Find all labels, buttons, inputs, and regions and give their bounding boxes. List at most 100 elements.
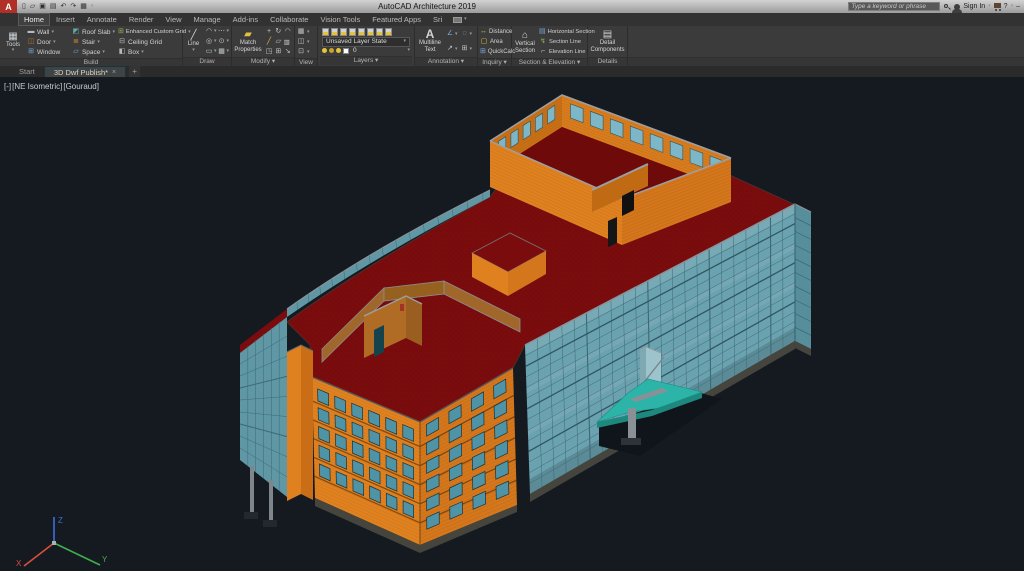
undo-icon[interactable]: ↶ <box>61 0 67 13</box>
open-file-icon[interactable]: ▱ <box>30 0 35 13</box>
view-tool-1[interactable]: ▦▾ <box>297 27 315 37</box>
close-tab-icon[interactable]: × <box>112 69 116 76</box>
stretch-tool[interactable]: ↘ <box>284 47 292 56</box>
mirror-tool[interactable]: ▥ <box>284 37 292 46</box>
help-icon[interactable]: ? <box>1004 3 1008 10</box>
quickcalc-button[interactable]: ⊞QuickCalc <box>480 47 509 57</box>
rotate-tool[interactable]: ↻ <box>274 27 282 36</box>
tab-annotate[interactable]: Annotate <box>81 13 123 26</box>
tab-3d-dwf-publish[interactable]: 3D Dwf Publish* × <box>44 66 126 77</box>
copy-tool[interactable]: ▱ <box>274 37 282 46</box>
vertical-section-button[interactable]: ⌂ Vertical Section <box>514 27 536 57</box>
detail-components-button[interactable]: ▤ Detail Components <box>590 27 625 56</box>
new-drawing-tab-button[interactable]: + <box>129 66 140 77</box>
plot-icon[interactable]: ▤ <box>50 0 57 13</box>
space-button[interactable]: ▱Space▾ <box>72 47 115 57</box>
area-button[interactable]: ▢Area <box>480 37 509 47</box>
multiline-text-button[interactable]: A Multiline Text <box>417 27 443 56</box>
rectangle-tool[interactable]: ▭▾ <box>205 47 217 56</box>
layer-color-swatch[interactable] <box>343 48 349 54</box>
search-icon[interactable] <box>943 3 951 11</box>
tools-button[interactable]: ▦ Tools ▾ <box>2 27 24 57</box>
qat-dropdown-icon[interactable]: ▾ <box>91 4 94 9</box>
enhanced-custom-grid-button[interactable]: ⊞Enhanced Custom Grid▾ <box>118 27 180 37</box>
view-tool-2[interactable]: ◫▾ <box>297 37 315 47</box>
sign-in-button[interactable]: Sign In <box>963 3 985 10</box>
panel-label-modify[interactable]: Modify ▾ <box>232 57 294 66</box>
panel-label-inquiry[interactable]: Inquiry ▾ <box>478 58 511 66</box>
tab-start[interactable]: Start <box>10 66 44 77</box>
tab-manage[interactable]: Manage <box>188 13 227 26</box>
tab-add-ins[interactable]: Add-ins <box>227 13 264 26</box>
stair-button[interactable]: ≣Stair▾ <box>72 37 115 47</box>
circle-tool[interactable]: ◎▾ <box>205 37 217 46</box>
layer-lock-icon[interactable] <box>336 48 341 53</box>
layer-tool-icon[interactable] <box>331 28 338 36</box>
match-properties-button[interactable]: ▰ Match Properties <box>234 27 262 56</box>
arc-tool[interactable]: ◠▾ <box>205 27 217 36</box>
viewport-style-menu[interactable]: [Gouraud] <box>63 82 99 91</box>
ellipse-tool[interactable]: ⊙▾ <box>218 37 230 46</box>
box-button[interactable]: ◧Box▾ <box>118 47 180 57</box>
trim-tool[interactable]: ◠ <box>284 27 292 36</box>
revision-cloud-tool[interactable]: ◌▾ <box>461 30 475 39</box>
array-tool[interactable]: ⊞ <box>274 47 282 56</box>
table-tool[interactable]: ⊞▾ <box>461 45 475 54</box>
viewport-controls-menu[interactable]: [-] <box>4 82 11 91</box>
tab-view[interactable]: View <box>159 13 187 26</box>
panel-label-details[interactable]: Details <box>588 57 627 66</box>
redo-icon[interactable]: ↷ <box>70 0 76 13</box>
viewport-canvas[interactable]: [-] [NE Isometric] [Gouraud] <box>0 78 1024 571</box>
layer-freeze-icon[interactable] <box>329 48 334 53</box>
panel-label-section-elevation[interactable]: Section & Elevation ▾ <box>512 58 587 66</box>
wall-button[interactable]: ▬Wall▾ <box>27 27 69 37</box>
layer-tool-icon[interactable] <box>322 28 329 36</box>
layer-on-icon[interactable] <box>322 48 327 53</box>
tab-render[interactable]: Render <box>123 13 160 26</box>
viewport-view-menu[interactable]: [NE Isometric] <box>12 82 62 91</box>
view-tool-3[interactable]: ⊡▾ <box>297 47 315 57</box>
layer-tool-icon[interactable] <box>349 28 356 36</box>
panel-label-layers[interactable]: Layers ▾ <box>320 56 412 65</box>
horizontal-section-button[interactable]: ▤Horizontal Section <box>539 27 587 37</box>
tab-sri[interactable]: Sri <box>427 13 448 26</box>
save-icon[interactable]: ▣ <box>39 0 46 13</box>
section-line-button[interactable]: ↯Section Line <box>539 37 587 47</box>
line-button[interactable]: ╱ Line ▾ <box>185 27 202 56</box>
elevation-line-button[interactable]: ⌐Elevation Line <box>539 47 587 57</box>
move-tool[interactable]: + <box>265 27 273 36</box>
minimize-icon[interactable]: – <box>1016 3 1020 10</box>
leader-tool[interactable]: ↗▾ <box>446 45 460 54</box>
panel-label-build[interactable]: Build <box>0 58 182 66</box>
layer-tool-icon[interactable] <box>367 28 374 36</box>
tab-collaborate[interactable]: Collaborate <box>264 13 314 26</box>
help-dropdown-icon[interactable]: ▾ <box>1011 4 1014 9</box>
panel-label-draw[interactable]: Draw <box>183 57 231 66</box>
sign-in-dropdown-icon[interactable]: ▾ <box>988 4 991 9</box>
search-input[interactable]: Type a keyword or phrase <box>848 2 940 11</box>
panel-label-view[interactable]: View <box>295 58 317 66</box>
point-tool[interactable]: ⋯▾ <box>218 27 230 36</box>
distance-button[interactable]: ↔Distance <box>480 27 509 37</box>
fillet-tool[interactable]: ◳ <box>265 47 273 56</box>
layer-tool-icon[interactable] <box>385 28 392 36</box>
door-button[interactable]: ◫Door▾ <box>27 37 69 47</box>
layer-tool-icon[interactable] <box>358 28 365 36</box>
window-button[interactable]: ⊞Window <box>27 47 69 57</box>
media-tab-icon[interactable]: ▾ <box>448 13 472 26</box>
layer-state-dropdown[interactable]: Unsaved Layer State▾ <box>322 37 410 47</box>
roof-slab-button[interactable]: ◩Roof Slab▾ <box>72 27 115 37</box>
app-store-icon[interactable] <box>994 3 1001 8</box>
new-file-icon[interactable]: ▯ <box>22 0 26 13</box>
layer-tool-icon[interactable] <box>376 28 383 36</box>
current-layer-dropdown[interactable]: 0 <box>351 47 405 54</box>
panel-label-annotation[interactable]: Annotation ▾ <box>415 57 477 66</box>
tab-insert[interactable]: Insert <box>50 13 81 26</box>
tab-featured-apps[interactable]: Featured Apps <box>366 13 427 26</box>
workspace-icon[interactable]: ▦ <box>80 0 87 13</box>
tab-vision-tools[interactable]: Vision Tools <box>314 13 366 26</box>
layer-tool-icon[interactable] <box>340 28 347 36</box>
tab-home[interactable]: Home <box>18 13 50 26</box>
ceiling-grid-button[interactable]: ⊟Ceiling Grid <box>118 37 180 47</box>
dimension-tool[interactable]: ∠▾ <box>446 30 460 39</box>
